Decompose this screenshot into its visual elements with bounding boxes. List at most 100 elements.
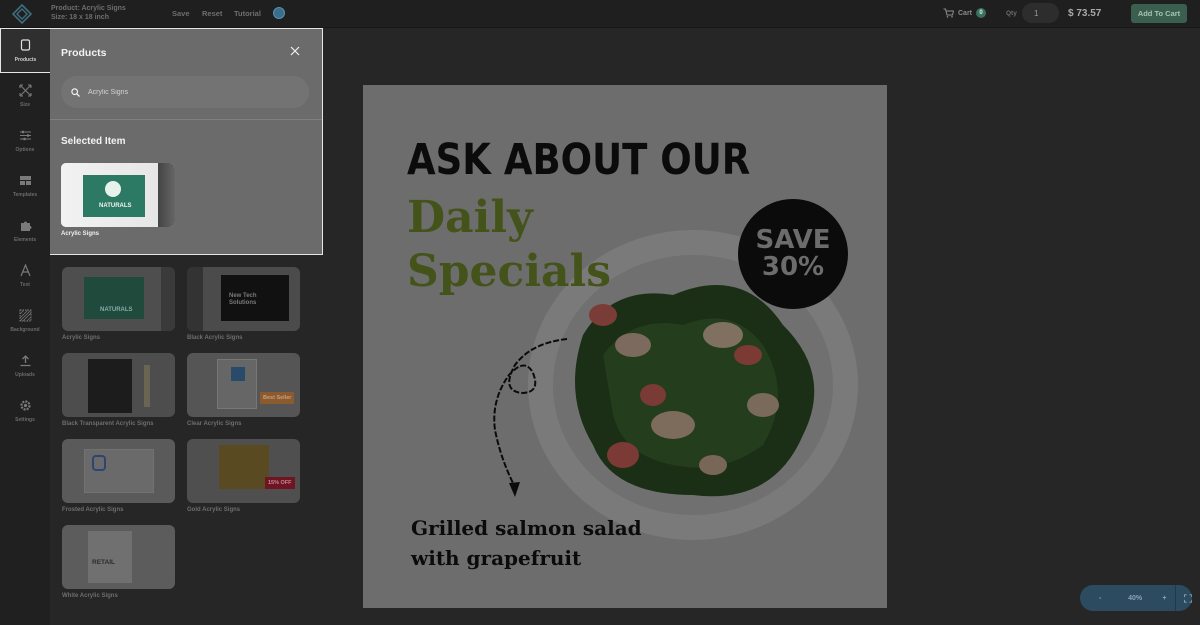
thumb-logo: [231, 367, 245, 381]
rail-label: Options: [15, 146, 35, 153]
language-globe-icon[interactable]: [273, 7, 285, 19]
product-label[interactable]: Clear Acrylic Signs: [187, 421, 241, 427]
product-label[interactable]: Black Transparent Acrylic Signs: [62, 421, 153, 427]
size-line: Size: 18 x 18 inch: [51, 14, 109, 21]
rail-label: Elements: [13, 236, 37, 243]
thumb-text: RETAIL: [92, 559, 115, 566]
qty-label: Qty: [1006, 10, 1017, 17]
close-icon[interactable]: [290, 46, 300, 56]
curly-arrow-icon[interactable]: [481, 335, 571, 500]
search-icon: [71, 87, 80, 97]
panel-title: Products: [61, 47, 107, 59]
cart-button[interactable]: Cart 0: [943, 8, 987, 18]
discount-badge: 15% OFF: [265, 477, 295, 489]
search-bar[interactable]: [61, 76, 309, 108]
cart-count-badge: 0: [976, 8, 987, 18]
save-badge[interactable]: SAVE 30%: [738, 199, 848, 309]
selected-item-heading: Selected Item: [61, 136, 126, 147]
product-card-white[interactable]: RETAIL: [62, 525, 175, 589]
rail-label: Background: [10, 326, 40, 333]
zoom-control: - 40% +: [1080, 585, 1192, 611]
product-card-black-acrylic[interactable]: New Tech Solutions: [187, 267, 300, 331]
rail-label: Templates: [12, 191, 38, 198]
puzzle-icon: [20, 221, 31, 231]
gear-icon: [19, 399, 31, 411]
divider: [50, 119, 322, 120]
dish-description[interactable]: Grilled salmon salad with grapefruit: [411, 513, 642, 573]
design-canvas[interactable]: ASK ABOUT OUR Daily Specials SAVE 30% Gr…: [363, 85, 887, 608]
products-popup: Products Selected Item NATURALS Acrylic …: [50, 28, 323, 255]
subheadline-line: Daily: [407, 192, 533, 243]
product-card-frosted[interactable]: [62, 439, 175, 503]
dish-line: Grilled salmon salad: [411, 516, 642, 540]
rail-label: Uploads: [15, 371, 35, 378]
product-thumb: [88, 359, 132, 413]
tool-rail: Products Size Options Templates Elements…: [0, 28, 50, 625]
product-thumb: [88, 531, 132, 583]
best-seller-badge: Best Seller: [260, 392, 295, 404]
templates-icon: [19, 175, 31, 185]
thumb-window: [187, 267, 203, 331]
fullscreen-icon[interactable]: [1183, 593, 1192, 603]
selected-product-card[interactable]: NATURALS: [61, 163, 175, 227]
cart-label: Cart: [958, 9, 973, 17]
qty-input[interactable]: [1022, 3, 1059, 23]
rail-item-settings[interactable]: Settings: [0, 388, 50, 433]
rail-item-options[interactable]: Options: [0, 118, 50, 163]
rail-item-templates[interactable]: Templates: [0, 163, 50, 208]
plant-decor: [144, 365, 150, 407]
product-card-acrylic[interactable]: NATURALS: [62, 267, 175, 331]
product-label[interactable]: Black Acrylic Signs: [187, 335, 242, 341]
thumb-logo: [92, 455, 106, 471]
logo-icon[interactable]: [12, 4, 32, 24]
add-to-cart-button[interactable]: Add To Cart: [1131, 4, 1187, 23]
rail-label: Text: [20, 281, 30, 288]
thumb-logo-text: NATURALS: [100, 307, 133, 313]
rail-item-elements[interactable]: Elements: [0, 208, 50, 253]
thumb-window: [161, 267, 175, 331]
reset-button[interactable]: Reset: [202, 9, 222, 18]
rail-item-background[interactable]: Background: [0, 298, 50, 343]
cart-icon: [943, 8, 954, 18]
product-info: Product: Acrylic Signs Size: 18 x 18 inc…: [51, 4, 126, 22]
product-card-black-transparent[interactable]: [62, 353, 175, 417]
subheadline-line: Specials: [407, 246, 612, 297]
divider: [1174, 585, 1176, 611]
daily-specials-text[interactable]: Daily Specials: [407, 191, 611, 299]
leaf-logo-icon: [105, 181, 121, 197]
rail-label: Size: [19, 101, 30, 108]
product-label[interactable]: Frosted Acrylic Signs: [62, 507, 123, 513]
save-button[interactable]: Save: [172, 9, 190, 18]
dish-line: with grapefruit: [411, 546, 582, 570]
sliders-icon: [19, 130, 31, 140]
product-icon: [20, 38, 31, 51]
product-thumb: [219, 445, 269, 489]
thumb-logo-text: NATURALS: [99, 203, 132, 209]
product-label[interactable]: Acrylic Signs: [62, 335, 100, 341]
rail-item-products[interactable]: Products: [0, 28, 50, 73]
product-line: Product: Acrylic Signs: [51, 5, 126, 12]
rail-label: Settings: [15, 416, 35, 423]
tutorial-button[interactable]: Tutorial: [234, 9, 261, 18]
zoom-in-button[interactable]: +: [1158, 595, 1171, 602]
search-input[interactable]: [88, 88, 288, 96]
top-bar: Product: Acrylic Signs Size: 18 x 18 inc…: [0, 0, 1200, 28]
text-icon: [19, 263, 31, 276]
rail-item-text[interactable]: Text: [0, 253, 50, 298]
selected-item-label: Acrylic Signs: [61, 231, 100, 237]
rail-label: Products: [14, 56, 37, 63]
product-card-clear-acrylic[interactable]: Best Seller: [187, 353, 300, 417]
badge-line: SAVE: [755, 225, 831, 255]
resize-icon: [18, 83, 32, 97]
product-label[interactable]: Gold Acrylic Signs: [187, 507, 240, 513]
thumb-text: New Tech Solutions: [229, 293, 257, 306]
rail-item-uploads[interactable]: Uploads: [0, 343, 50, 388]
rail-item-size[interactable]: Size: [0, 73, 50, 118]
product-card-gold[interactable]: 15% OFF: [187, 439, 300, 503]
zoom-out-button[interactable]: -: [1091, 595, 1109, 602]
zoom-level: 40%: [1128, 594, 1143, 602]
product-label[interactable]: White Acrylic Signs: [62, 593, 118, 599]
headline[interactable]: ASK ABOUT OUR: [407, 135, 750, 184]
badge-line: 30%: [761, 252, 825, 282]
background-icon: [19, 309, 31, 321]
